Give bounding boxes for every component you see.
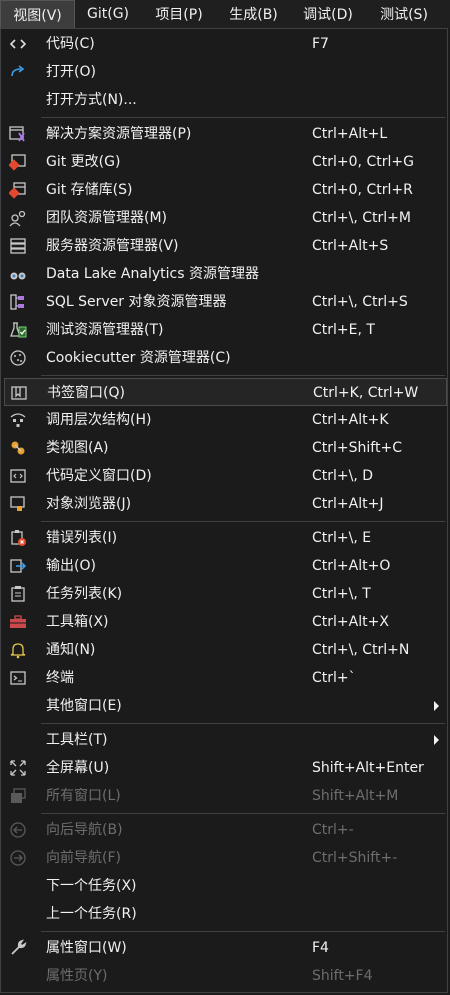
menu-item-previous-task[interactable]: 上一个任务(R) (4, 900, 447, 928)
menu-project[interactable]: 项目(P) (141, 0, 217, 28)
menu-debug[interactable]: 调试(D) (290, 0, 366, 28)
code-definition-icon (9, 467, 27, 485)
menu-item-cookiecutter-explorer[interactable]: Cookiecutter 资源管理器(C) (4, 344, 447, 372)
error-list-icon (9, 529, 27, 547)
menu-bar: 视图(V) Git(G) 项目(P) 生成(B) 调试(D) 测试(S) (0, 0, 450, 28)
menu-item-property-pages[interactable]: 属性页(Y) Shift+F4 (4, 962, 447, 990)
menu-item-navigate-back[interactable]: 向后导航(B) Ctrl+- (4, 816, 447, 844)
view-menu-dropdown: 代码(C) F7 打开(O) 打开方式(N)... 解决方案资源管理器(P) C… (0, 28, 448, 993)
menu-item-git-repository[interactable]: Git 存储库(S) Ctrl+0, Ctrl+R (4, 176, 447, 204)
wrench-icon (9, 939, 27, 957)
menu-git[interactable]: Git(G) (75, 0, 141, 28)
navigate-forward-icon (9, 849, 27, 867)
menu-separator (41, 723, 445, 724)
menu-item-object-browser[interactable]: 对象浏览器(J) Ctrl+Alt+J (4, 490, 447, 518)
menu-item-all-windows[interactable]: 所有窗口(L) Shift+Alt+M (4, 782, 447, 810)
fullscreen-icon (9, 759, 27, 777)
menu-separator (41, 117, 445, 118)
menu-separator (41, 813, 445, 814)
submenu-arrow-icon (434, 701, 439, 711)
terminal-icon (9, 669, 27, 687)
menu-item-team-explorer[interactable]: 团队资源管理器(M) Ctrl+\, Ctrl+M (4, 204, 447, 232)
menu-item-next-task[interactable]: 下一个任务(X) (4, 872, 447, 900)
task-list-icon (9, 585, 27, 603)
menu-item-test-explorer[interactable]: 测试资源管理器(T) Ctrl+E, T (4, 316, 447, 344)
menu-item-terminal[interactable]: 终端 Ctrl+` (4, 664, 447, 692)
menu-item-notifications[interactable]: 通知(N) Ctrl+\, Ctrl+N (4, 636, 447, 664)
cookie-icon (9, 349, 27, 367)
open-arrow-icon (9, 63, 27, 81)
menu-item-data-lake-analytics[interactable]: Data Lake Analytics 资源管理器 (4, 260, 447, 288)
team-explorer-icon (9, 209, 27, 227)
menu-item-call-hierarchy[interactable]: 调用层次结构(H) Ctrl+Alt+K (4, 406, 447, 434)
menu-build[interactable]: 生成(B) (217, 0, 290, 28)
toolbox-icon (9, 613, 27, 631)
all-windows-icon (9, 787, 27, 805)
menu-item-output[interactable]: 输出(O) Ctrl+Alt+O (4, 552, 447, 580)
menu-separator (41, 521, 445, 522)
menu-view[interactable]: 视图(V) (0, 0, 75, 28)
menu-item-task-list[interactable]: 任务列表(K) Ctrl+\, T (4, 580, 447, 608)
menu-item-solution-explorer[interactable]: 解决方案资源管理器(P) Ctrl+Alt+L (4, 120, 447, 148)
menu-item-git-changes[interactable]: Git 更改(G) Ctrl+0, Ctrl+G (4, 148, 447, 176)
menu-separator (41, 375, 445, 376)
menu-item-toolbox[interactable]: 工具箱(X) Ctrl+Alt+X (4, 608, 447, 636)
submenu-arrow-icon (434, 735, 439, 745)
binoculars-icon (9, 265, 27, 283)
git-changes-icon (9, 153, 27, 171)
call-hierarchy-icon (9, 411, 27, 429)
output-icon (9, 557, 27, 575)
menu-item-class-view[interactable]: 类视图(A) Ctrl+Shift+C (4, 434, 447, 462)
git-repository-icon (9, 181, 27, 199)
menu-item-code-definition-window[interactable]: 代码定义窗口(D) Ctrl+\, D (4, 462, 447, 490)
server-explorer-icon (9, 237, 27, 255)
code-icon (9, 35, 27, 53)
test-explorer-icon (9, 321, 27, 339)
bell-icon (9, 641, 27, 659)
menu-item-toolbars[interactable]: 工具栏(T) (4, 726, 447, 754)
menu-item-sql-server-explorer[interactable]: SQL Server 对象资源管理器 Ctrl+\, Ctrl+S (4, 288, 447, 316)
menu-separator (41, 931, 445, 932)
menu-item-properties-window[interactable]: 属性窗口(W) F4 (4, 934, 447, 962)
menu-item-full-screen[interactable]: 全屏幕(U) Shift+Alt+Enter (4, 754, 447, 782)
class-view-icon (9, 439, 27, 457)
menu-item-navigate-forward[interactable]: 向前导航(F) Ctrl+Shift+- (4, 844, 447, 872)
navigate-back-icon (9, 821, 27, 839)
menu-item-bookmark-window[interactable]: 书签窗口(Q) Ctrl+K, Ctrl+W (4, 378, 447, 406)
menu-item-server-explorer[interactable]: 服务器资源管理器(V) Ctrl+Alt+S (4, 232, 447, 260)
menu-item-error-list[interactable]: 错误列表(I) Ctrl+\, E (4, 524, 447, 552)
menu-test[interactable]: 测试(S) (366, 0, 442, 28)
menu-item-code[interactable]: 代码(C) F7 (4, 30, 447, 58)
bookmark-icon (10, 384, 28, 402)
sql-server-icon (9, 293, 27, 311)
menu-item-open[interactable]: 打开(O) (4, 58, 447, 86)
menu-item-open-with[interactable]: 打开方式(N)... (4, 86, 447, 114)
object-browser-icon (9, 495, 27, 513)
solution-explorer-icon (9, 125, 27, 143)
menu-item-other-windows[interactable]: 其他窗口(E) (4, 692, 447, 720)
